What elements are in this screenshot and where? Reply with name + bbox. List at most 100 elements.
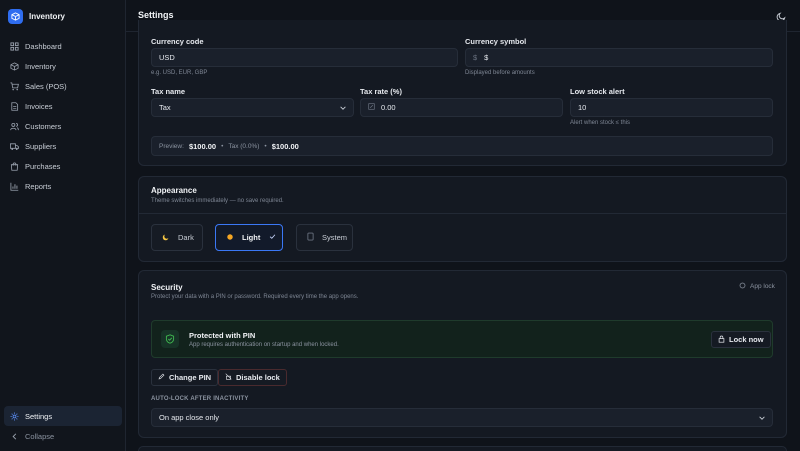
security-subtitle: Protect your data with a PIN or password… xyxy=(151,294,359,300)
document-icon xyxy=(10,101,19,111)
preview-bar: Preview: $100.00 • Tax (0.0%) • $100.00 xyxy=(151,136,773,156)
sidebar-nav: Dashboard Inventory Sales (POS) Invoices… xyxy=(4,36,122,196)
sidebar-item-dashboard[interactable]: Dashboard xyxy=(4,36,122,56)
low-stock-label: Low stock alert xyxy=(570,87,625,96)
app-lock-indicator: App lock xyxy=(739,282,775,291)
theme-option-light[interactable]: Light xyxy=(215,224,283,251)
pin-status-subtitle: App requires authentication on startup a… xyxy=(189,342,339,348)
theme-option-label: Light xyxy=(242,233,261,242)
sidebar-item-sales[interactable]: Sales (POS) xyxy=(4,76,122,96)
status-circle-icon xyxy=(739,282,746,291)
sidebar-item-label: Invoices xyxy=(25,101,53,111)
sun-icon xyxy=(226,233,234,243)
sidebar: Inventory Dashboard Inventory Sales (POS… xyxy=(0,0,126,451)
sidebar-item-purchases[interactable]: Purchases xyxy=(4,156,122,176)
sidebar-item-label: Reports xyxy=(25,181,52,191)
disable-lock-label: Disable lock xyxy=(236,373,280,382)
page-title: Settings xyxy=(138,10,174,20)
sidebar-item-label: Dashboard xyxy=(25,41,62,51)
divider xyxy=(139,213,786,214)
check-icon xyxy=(269,233,276,242)
collapse-sidebar-button[interactable]: Collapse xyxy=(4,426,122,446)
sidebar-item-label: Inventory xyxy=(25,61,56,71)
tax-rate-value: 0.00 xyxy=(381,103,396,112)
percent-icon xyxy=(368,103,375,112)
appearance-subtitle: Theme switches immediately — no save req… xyxy=(151,198,284,204)
autolock-label: AUTO-LOCK AFTER INACTIVITY xyxy=(151,396,249,402)
brand[interactable]: Inventory xyxy=(8,6,65,26)
lock-now-label: Lock now xyxy=(729,335,764,344)
cart-icon xyxy=(10,81,19,91)
sidebar-item-suppliers[interactable]: Suppliers xyxy=(4,136,122,156)
sidebar-item-settings[interactable]: Settings xyxy=(4,406,122,426)
theme-option-dark[interactable]: Dark xyxy=(151,224,203,251)
currency-code-hint: e.g. USD, EUR, GBP xyxy=(151,70,208,76)
chevron-left-icon xyxy=(10,432,19,441)
pin-status-panel: Protected with PIN App requires authenti… xyxy=(151,320,773,358)
truck-icon xyxy=(10,142,19,151)
chevron-down-icon xyxy=(758,414,766,424)
unlock-slash-icon xyxy=(225,373,232,382)
sidebar-item-label: Sales (POS) xyxy=(25,81,67,91)
currency-prefix: $ xyxy=(473,53,478,62)
box-icon xyxy=(10,61,19,71)
lock-now-button[interactable]: Lock now xyxy=(711,331,771,348)
currency-code-value: USD xyxy=(159,53,175,62)
chart-icon xyxy=(10,182,19,191)
chevron-down-icon xyxy=(339,104,347,114)
disable-lock-button[interactable]: Disable lock xyxy=(218,369,287,386)
tax-name-value: Tax xyxy=(159,103,171,112)
shield-check-icon xyxy=(161,330,179,348)
dashboard-icon xyxy=(10,41,19,51)
sidebar-item-label: Customers xyxy=(25,121,62,131)
change-pin-label: Change PIN xyxy=(169,373,212,382)
users-icon xyxy=(10,122,19,131)
sidebar-item-customers[interactable]: Customers xyxy=(4,116,122,136)
separator-dot: • xyxy=(221,142,224,150)
sidebar-item-label: Purchases xyxy=(25,161,61,171)
low-stock-hint: Alert when stock ≤ this xyxy=(570,120,630,126)
sidebar-item-invoices[interactable]: Invoices xyxy=(4,96,122,116)
sidebar-bottom: Settings Collapse xyxy=(4,406,122,446)
currency-code-label: Currency code xyxy=(151,37,204,46)
autolock-value: On app close only xyxy=(159,413,220,422)
sidebar-item-inventory[interactable]: Inventory xyxy=(4,56,122,76)
next-settings-card xyxy=(138,446,787,451)
collapse-label: Collapse xyxy=(25,431,55,441)
autolock-select[interactable]: On app close only xyxy=(151,408,773,427)
app-lock-label: App lock xyxy=(750,283,775,290)
tax-name-select[interactable]: Tax xyxy=(151,98,354,117)
currency-symbol-value: $ xyxy=(484,53,489,62)
theme-option-label: Dark xyxy=(178,233,194,242)
preview-tax: Tax (0.0%) xyxy=(228,142,260,150)
currency-code-input[interactable]: USD xyxy=(151,48,458,67)
sidebar-item-reports[interactable]: Reports xyxy=(4,176,122,196)
tax-rate-input[interactable]: 0.00 xyxy=(360,98,563,117)
theme-option-label: System xyxy=(322,233,348,242)
separator-dot: • xyxy=(264,142,267,150)
cube-logo-icon xyxy=(8,8,23,24)
tax-name-label: Tax name xyxy=(151,87,186,96)
preview-amount: $100.00 xyxy=(188,141,217,151)
currency-symbol-input[interactable]: $ $ xyxy=(465,48,773,67)
sidebar-item-label: Settings xyxy=(25,411,53,421)
bag-icon xyxy=(10,162,19,171)
app-root: Inventory Dashboard Inventory Sales (POS… xyxy=(0,0,800,451)
lock-icon xyxy=(718,335,725,345)
change-pin-button[interactable]: Change PIN xyxy=(151,369,219,386)
theme-option-system[interactable]: System xyxy=(296,224,353,251)
security-title: Security xyxy=(151,283,183,292)
pencil-icon xyxy=(158,373,165,382)
low-stock-value: 10 xyxy=(578,103,587,112)
monitor-icon xyxy=(307,232,314,243)
tax-rate-label: Tax rate (%) xyxy=(360,87,402,96)
currency-symbol-label: Currency symbol xyxy=(465,37,527,46)
pin-status-title: Protected with PIN xyxy=(189,331,256,340)
appearance-title: Appearance xyxy=(151,186,197,195)
sidebar-item-label: Suppliers xyxy=(25,141,57,151)
moon-icon xyxy=(162,233,170,243)
low-stock-input[interactable]: 10 xyxy=(570,98,773,117)
currency-symbol-hint: Displayed before amounts xyxy=(465,70,535,76)
preview-label: Preview: xyxy=(159,142,184,150)
preview-total: $100.00 xyxy=(271,141,299,151)
